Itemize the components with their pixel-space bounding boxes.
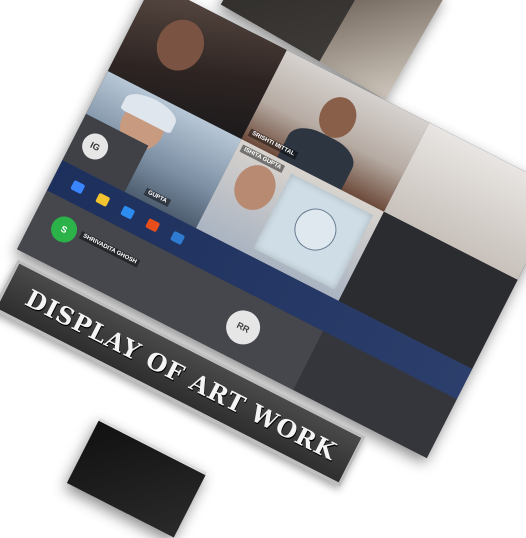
store-icon bbox=[120, 205, 136, 220]
participant-name-tag: SHRIVADITA GHOSH bbox=[78, 230, 141, 268]
artwork-sketch-face bbox=[287, 201, 344, 258]
folder-icon bbox=[95, 192, 111, 207]
avatar-rr: RR bbox=[220, 304, 266, 351]
participant-face bbox=[148, 11, 213, 79]
bottom-partial-photo bbox=[66, 418, 207, 538]
avatar-green: S bbox=[46, 211, 82, 247]
avatar-ig: IG bbox=[77, 129, 113, 165]
zoom-icon bbox=[169, 230, 186, 246]
app-icon bbox=[145, 218, 161, 233]
edge-icon bbox=[70, 179, 86, 195]
